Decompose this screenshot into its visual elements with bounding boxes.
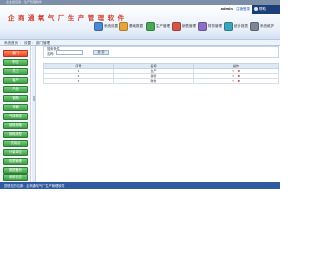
toolbar-sales[interactable]: 销售管理 (172, 19, 196, 33)
sidebar-item-label: 客户 (12, 78, 19, 82)
sidebar-item-product[interactable]: 产品 (3, 86, 28, 93)
toolbar-item-label: 财务管理 (208, 23, 222, 28)
finance-icon (198, 21, 207, 31)
toolbar-item-label: 系统维护 (260, 23, 274, 28)
cell-name: 财务 (113, 78, 194, 84)
settings-icon (94, 21, 103, 31)
help-corner[interactable]: 帮助 (252, 5, 280, 14)
search-label: 名称: (47, 52, 55, 56)
toolbar-system-settings[interactable]: 系统设置 (94, 19, 118, 33)
search-input[interactable] (56, 50, 83, 55)
breadcrumb: 系统首页 › 设置 › 部门管理 (0, 39, 280, 46)
edit-icon[interactable]: ✎ (232, 79, 235, 83)
breadcrumb-separator: › (20, 41, 22, 45)
table-row: 3 财务 ✎ ✖ (43, 78, 279, 84)
toolbar-maintenance[interactable]: 系统维护 (250, 19, 274, 33)
cell-actions: ✎ ✖ (193, 78, 279, 84)
sidebar-item-gas-type[interactable]: 气体种类 (3, 113, 28, 120)
sidebar-item-log[interactable]: 系统日志 (3, 174, 28, 181)
toolbar-item-label: 销售管理 (182, 23, 196, 28)
sidebar-item-label: 车辆 (12, 105, 19, 109)
toolbar-item-label: 基础数据 (129, 23, 143, 28)
footer-text: 您现在的位置：企商通氧气厂生产管理软件 (4, 184, 65, 188)
delete-icon[interactable]: ✖ (237, 74, 240, 78)
sidebar-item-unit[interactable]: 计量单位 (3, 149, 28, 156)
search-button[interactable]: 搜 索 (93, 50, 109, 55)
cell-index: 3 (43, 78, 114, 84)
sidebar-item-cylinder-spec[interactable]: 钢瓶规格 (3, 122, 28, 129)
toolbar-finance[interactable]: 财务管理 (198, 19, 222, 33)
sidebar-item-label: 气体种类 (9, 114, 22, 118)
maintenance-icon (250, 21, 259, 31)
sales-icon (172, 21, 181, 31)
sidebar-item-label: 钢瓶规格 (9, 123, 22, 127)
report-icon (224, 21, 233, 31)
sidebar-item-cylinder-type[interactable]: 钢瓶类型 (3, 131, 28, 138)
sidebar-item-label: 钢瓶类型 (9, 132, 22, 136)
department-table: 序号 名称 操作 1 生产 ✎ ✖ 2 销售 ✎ ✖ 3 财务 ✎ ✖ (43, 63, 279, 84)
delete-icon[interactable]: ✖ (237, 69, 240, 73)
help-label: 帮助 (259, 7, 266, 11)
sidebar-item-position[interactable]: 职位 (3, 59, 28, 66)
empty-desktop-area (0, 189, 280, 270)
sidebar-item-employee[interactable]: 员工 (3, 68, 28, 75)
sidebar-item-cylinder[interactable]: 钢瓶 (3, 95, 28, 102)
logout-link[interactable]: 注销登录 (236, 7, 250, 11)
edit-icon[interactable]: ✎ (232, 74, 235, 78)
sidebar-item-label: 钢瓶 (12, 96, 19, 100)
breadcrumb-separator: › (32, 41, 34, 45)
toolbar-item-label: 系统设置 (104, 23, 118, 28)
main-toolbar: 系统设置 基础数据 生产管理 销售管理 财务管理 统计报表 系统维护 (94, 19, 280, 33)
sidebar-item-backup[interactable]: 数据备份 (3, 167, 28, 174)
main-content: 搜索条件 名称: 搜 索 序号 名称 操作 1 生产 ✎ ✖ 2 销售 ✎ ✖ … (37, 46, 280, 182)
sidebar-item-permissions[interactable]: 权限管理 (3, 158, 28, 165)
edit-icon[interactable]: ✎ (232, 69, 235, 73)
sidebar-item-label: 职位 (12, 60, 19, 64)
sidebar-item-label: 充装台 (10, 141, 21, 145)
sidebar-item-label: 数据备份 (9, 168, 22, 172)
sidebar-item-label: 部门 (12, 51, 19, 55)
user-name: admin (220, 7, 233, 11)
sidebar-item-customer[interactable]: 客户 (3, 77, 28, 84)
sidebar-item-label: 系统日志 (9, 175, 22, 179)
toolbar-production[interactable]: 生产管理 (146, 19, 170, 33)
sidebar-item-label: 计量单位 (9, 150, 22, 154)
delete-icon[interactable]: ✖ (237, 79, 240, 83)
production-icon (146, 21, 155, 31)
status-footer: 您现在的位置：企商通氧气厂生产管理软件 (0, 182, 280, 189)
sidebar-item-department[interactable]: 部门 (3, 50, 28, 57)
help-icon (254, 7, 258, 11)
collapse-grip-icon (33, 96, 35, 101)
sidebar-item-label: 产品 (12, 87, 19, 91)
toolbar-reports[interactable]: 统计报表 (224, 19, 248, 33)
user-info: admin 注销登录 (221, 7, 250, 12)
sidebar-item-label: 员工 (12, 69, 19, 73)
toolbar-item-label: 生产管理 (156, 23, 170, 28)
sidebar: 部门 职位 员工 客户 产品 钢瓶 车辆 气体种类 钢瓶规格 钢瓶类型 充装台 … (0, 46, 31, 182)
sidebar-item-vehicle[interactable]: 车辆 (3, 104, 28, 111)
sidebar-item-filling-station[interactable]: 充装台 (3, 140, 28, 147)
app-header: 企 商 通 氧 气 厂 生 产 管 理 软 件 admin 注销登录 帮助 系统… (0, 5, 280, 39)
search-panel: 搜索条件 名称: 搜 索 (43, 46, 279, 58)
toolbar-item-label: 统计报表 (234, 23, 248, 28)
sidebar-collapse-handle[interactable] (32, 46, 36, 182)
sidebar-item-label: 权限管理 (9, 159, 22, 163)
toolbar-basic-data[interactable]: 基础数据 (119, 19, 143, 33)
data-icon (119, 21, 128, 31)
